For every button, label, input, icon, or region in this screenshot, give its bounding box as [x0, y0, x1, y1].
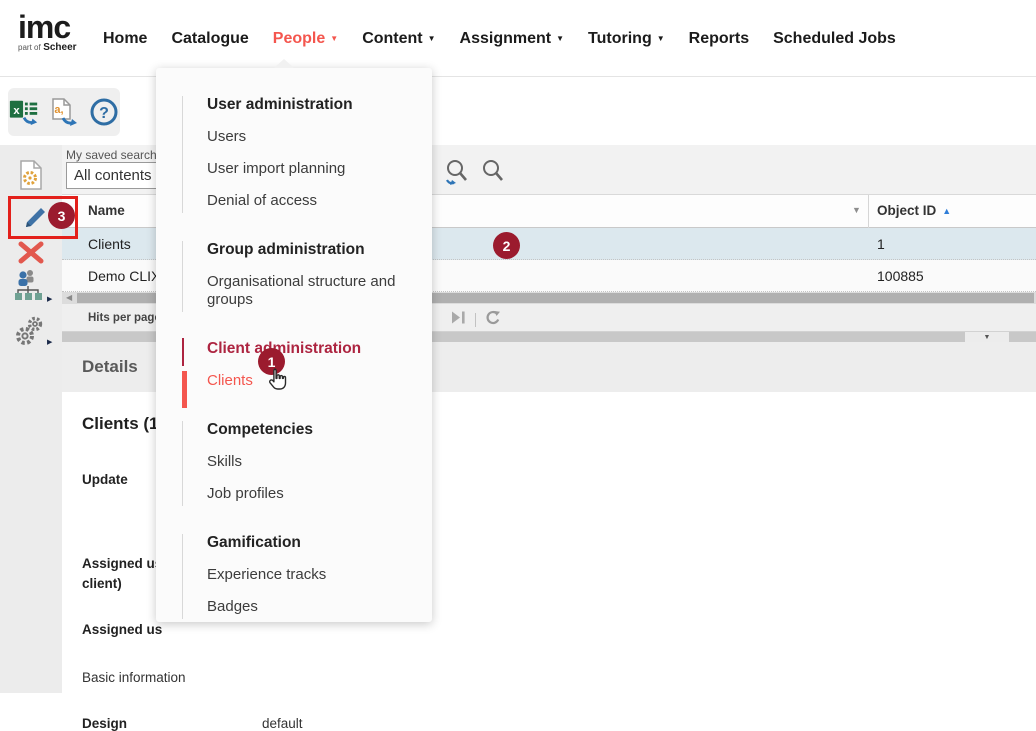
annotation-step-2-badge: 2: [493, 232, 520, 259]
org-structure-submenu-arrow-icon[interactable]: ▶: [47, 295, 52, 303]
nav-item-content[interactable]: Content ▼: [362, 30, 435, 48]
logo-text: imc: [18, 12, 77, 42]
menu-group-header: Client administration: [207, 338, 406, 365]
annotation-step-3-badge: 3: [48, 202, 75, 229]
logo-subtext: part of Scheer: [18, 42, 77, 53]
menu-group-group-administration: Group administration Organisational stru…: [182, 239, 406, 316]
nav-menu: Home Catalogue People ▼ Content ▼ Assignme…: [103, 0, 896, 77]
collapse-panel-icon[interactable]: ▼: [965, 332, 1009, 342]
nav-item-home[interactable]: Home: [103, 30, 147, 48]
cell-object-id: 100885: [877, 268, 924, 284]
nav-item-tutoring[interactable]: Tutoring ▼: [588, 30, 665, 48]
pagination-divider: [475, 313, 476, 327]
saved-search-document-icon[interactable]: [18, 159, 44, 196]
svg-text:?: ?: [99, 105, 109, 122]
cell-name: Clients: [88, 236, 131, 252]
menu-group-user-administration: User administration Users User import pl…: [182, 94, 406, 217]
nav-item-scheduled-jobs[interactable]: Scheduled Jobs: [773, 30, 896, 48]
nav-item-assignment[interactable]: Assignment ▼: [460, 30, 565, 48]
menu-item-user-import-planning[interactable]: User import planning: [207, 153, 406, 185]
field-label-assigned-users-sub-client: Assigned us client): [82, 554, 162, 594]
field-label-design: Design: [82, 716, 127, 731]
imc-logo[interactable]: imc part of Scheer: [18, 12, 77, 53]
caret-down-icon: ▼: [657, 34, 665, 43]
menu-item-job-profiles[interactable]: Job profiles: [207, 478, 406, 510]
excel-export-icon[interactable]: x: [8, 96, 40, 128]
sort-ascending-icon: ▲: [942, 206, 951, 216]
menu-item-users[interactable]: Users: [207, 121, 406, 153]
menu-item-experience-tracks[interactable]: Experience tracks: [207, 559, 406, 591]
nav-item-assignment-label: Assignment: [460, 30, 552, 47]
menu-group-header: User administration: [207, 94, 406, 121]
scroll-left-arrow-icon[interactable]: ◀: [66, 293, 72, 302]
help-icon[interactable]: ?: [88, 96, 120, 128]
settings-gears-icon[interactable]: [14, 315, 46, 352]
details-panel-title: Clients (1: [82, 414, 159, 434]
field-label-assigned-users: Assigned us: [82, 622, 162, 637]
cell-name: Demo CLIX: [88, 268, 160, 284]
search-icon[interactable]: [481, 159, 505, 192]
hand-cursor-icon: [265, 366, 290, 397]
settings-submenu-arrow-icon[interactable]: ▶: [47, 338, 52, 346]
reset-search-icon[interactable]: [445, 159, 469, 192]
column-filter-icon[interactable]: ▼: [852, 205, 861, 215]
hits-per-page-label: Hits per page:: [88, 312, 165, 324]
nav-item-reports[interactable]: Reports: [689, 30, 749, 48]
nav-item-content-label: Content: [362, 30, 422, 47]
column-separator: [868, 195, 869, 228]
menu-item-organisational-structure-and-groups[interactable]: Organisational structure and groups: [207, 266, 406, 316]
search-icons: [445, 159, 505, 192]
menu-group-gamification: Gamification Experience tracks Badges: [182, 532, 406, 623]
svg-text:x: x: [13, 105, 20, 117]
menu-group-competencies: Competencies Skills Job profiles: [182, 419, 406, 510]
menu-group-header: Group administration: [207, 239, 406, 266]
caret-down-icon: ▼: [428, 34, 436, 43]
refresh-icon[interactable]: [485, 310, 501, 330]
pagination-controls: [452, 310, 501, 330]
field-label-update: Update: [82, 472, 128, 487]
field-label-line2: client): [82, 576, 122, 591]
caret-down-icon: ▼: [330, 34, 338, 43]
column-header-object-id-label: Object ID: [877, 203, 936, 218]
org-structure-icon[interactable]: [14, 269, 44, 310]
field-value-design: default: [262, 716, 303, 731]
nav-item-people-label: People: [273, 30, 325, 47]
last-page-icon[interactable]: [452, 311, 466, 329]
caret-down-icon: ▼: [556, 34, 564, 43]
nav-item-catalogue[interactable]: Catalogue: [171, 30, 248, 48]
content-filter-value: All contents: [74, 167, 152, 184]
column-header-name[interactable]: Name: [88, 203, 125, 218]
nav-item-tutoring-label: Tutoring: [588, 30, 652, 47]
active-item-indicator-bar: [182, 371, 187, 408]
edit-pencil-icon[interactable]: [20, 202, 50, 237]
cell-object-id: 1: [877, 236, 885, 252]
logo-subtext-light: part of: [18, 43, 41, 52]
menu-group-header: Gamification: [207, 532, 406, 559]
menu-item-skills[interactable]: Skills: [207, 446, 406, 478]
column-header-object-id[interactable]: Object ID ▲: [877, 203, 951, 218]
menu-item-denial-of-access[interactable]: Denial of access: [207, 185, 406, 217]
delete-x-icon[interactable]: [17, 241, 45, 270]
top-navigation-bar: imc part of Scheer Home Catalogue People…: [0, 0, 1036, 77]
details-heading: Details: [82, 357, 138, 377]
menu-item-clients[interactable]: Clients: [207, 365, 406, 397]
nav-item-people[interactable]: People ▼: [273, 30, 338, 48]
menu-group-client-administration: Client administration Clients: [182, 338, 406, 397]
text-export-icon[interactable]: a,: [48, 96, 80, 128]
menu-group-header: Competencies: [207, 419, 406, 446]
dropdown-notch: [274, 59, 294, 68]
logo-subtext-bold: Scheer: [43, 42, 76, 53]
svg-text:a,: a,: [54, 104, 63, 116]
field-label-basic-information: Basic information: [82, 670, 186, 685]
menu-item-badges[interactable]: Badges: [207, 591, 406, 623]
saved-search-label: My saved search: [66, 148, 157, 162]
export-toolbar: x a, ?: [8, 88, 120, 136]
people-dropdown-menu: User administration Users User import pl…: [156, 68, 432, 622]
field-label-line1: Assigned us: [82, 556, 162, 571]
